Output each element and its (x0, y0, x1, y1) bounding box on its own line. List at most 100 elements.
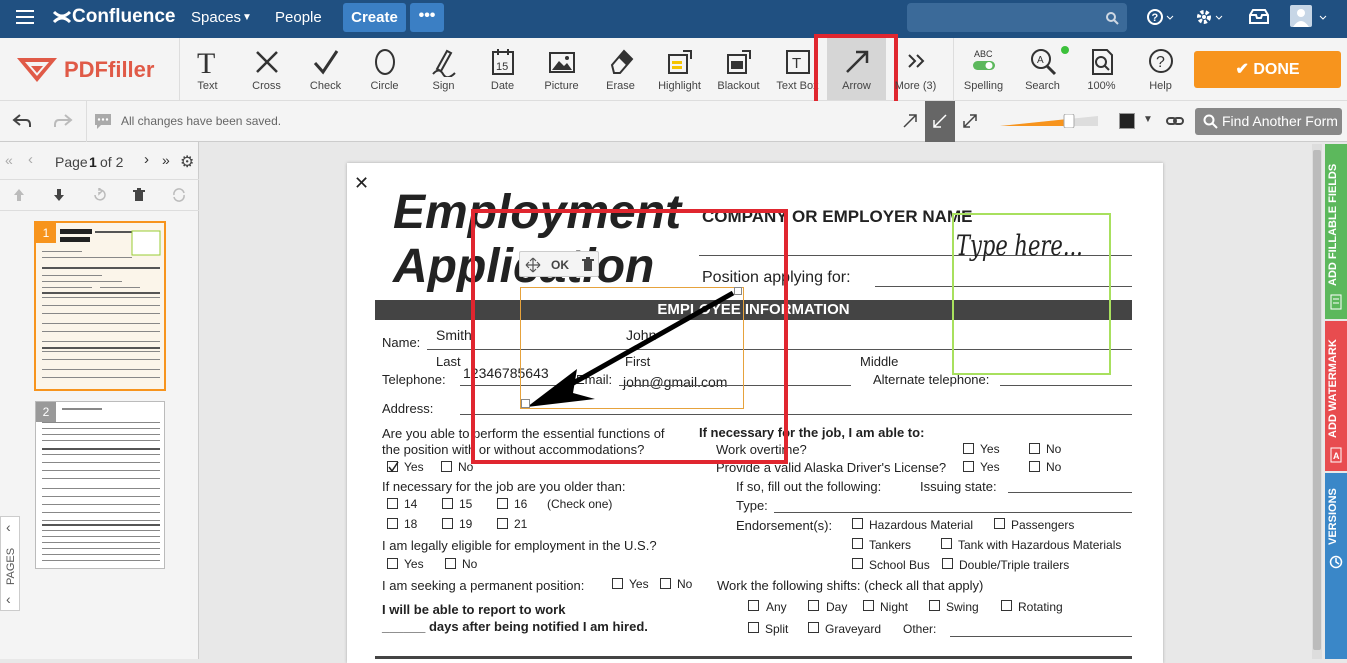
checkbox-school-bus[interactable] (852, 558, 863, 569)
checkbox-18[interactable] (387, 518, 398, 529)
no-label: No (677, 577, 693, 591)
tankers-label: Tankers (869, 538, 912, 552)
checkbox-accommodations-no[interactable] (441, 461, 452, 472)
checkbox-rotating[interactable] (1001, 600, 1012, 611)
checkbox-16[interactable] (497, 498, 508, 509)
versions-tab[interactable]: VERSIONS (1325, 473, 1347, 659)
checkbox-accommodations-yes[interactable] (387, 461, 399, 473)
search-tool[interactable]: A Search (1013, 38, 1072, 100)
circle-tool[interactable]: Circle (355, 38, 414, 100)
checkbox-legal-yes[interactable] (387, 558, 398, 569)
passengers-label: Passengers (1011, 518, 1075, 532)
zoom-tool[interactable]: 100% (1072, 38, 1131, 100)
checkbox-license-yes[interactable] (963, 461, 974, 472)
checkbox-split[interactable] (748, 622, 759, 633)
yes-label: Yes (404, 557, 424, 571)
arrow-style-double-button[interactable] (955, 101, 985, 142)
checkbox-19[interactable] (442, 518, 453, 529)
more-button[interactable]: ••• (410, 3, 444, 32)
more-tools-button[interactable]: More (3) (886, 38, 945, 100)
scrollbar-thumb[interactable] (1313, 150, 1321, 650)
spaces-menu[interactable]: Spaces (191, 9, 241, 26)
refresh-icon[interactable] (172, 188, 186, 202)
checkbox-day[interactable] (808, 600, 819, 611)
scrollbar[interactable] (1312, 144, 1322, 659)
trash-icon[interactable] (132, 188, 146, 202)
checkbox-graveyard[interactable] (808, 622, 819, 633)
confluence-logo[interactable]: Confluence (72, 6, 175, 28)
last-page-icon[interactable]: » (162, 152, 170, 168)
date-tool[interactable]: 15 Date (473, 38, 532, 100)
notifications-icon[interactable] (1248, 9, 1270, 25)
prev-page-icon[interactable]: ‹ (28, 151, 33, 168)
gear-icon[interactable]: ⚙ (180, 152, 194, 172)
done-button[interactable]: ✔ DONE (1194, 51, 1341, 88)
last-name-field[interactable]: Smith (436, 327, 472, 343)
checkbox-swing[interactable] (929, 600, 940, 611)
check-tool[interactable]: Check (296, 38, 355, 100)
signature-box[interactable]: Type here... (952, 213, 1111, 375)
page-total: of 2 (100, 154, 124, 170)
arrow-style-left-button[interactable] (925, 101, 955, 142)
page-thumbnail-1[interactable]: 1 (34, 221, 166, 391)
settings-icon[interactable] (1195, 8, 1227, 28)
spelling-abc-label: ABC (974, 49, 993, 59)
link-icon[interactable] (1166, 114, 1184, 128)
create-button[interactable]: Create (343, 3, 406, 32)
thickness-slider[interactable] (1000, 114, 1100, 128)
comment-icon (95, 114, 111, 129)
arrow-style-right-button[interactable] (895, 101, 925, 142)
text-tool[interactable]: T Text (178, 38, 237, 100)
pages-collapse-handle[interactable]: ‹ PAGES ‹ (0, 516, 20, 611)
search-input[interactable] (907, 3, 1127, 32)
checkbox-passengers[interactable] (994, 518, 1005, 529)
checkbox-hazmat[interactable] (852, 518, 863, 529)
add-fillable-fields-tab[interactable]: ADD FILLABLE FIELDS (1325, 144, 1347, 319)
tool-label: Circle (370, 80, 399, 92)
highlight-tool[interactable]: Highlight (650, 38, 709, 100)
rotate-icon[interactable] (92, 188, 106, 202)
checkbox-tank-hazmat[interactable] (941, 538, 952, 549)
chevron-left-icon: ‹ (6, 519, 11, 535)
sign-tool[interactable]: Sign (414, 38, 473, 100)
color-picker[interactable]: ▼ (1113, 109, 1159, 133)
next-page-icon[interactable]: › (144, 151, 149, 168)
current-page[interactable]: 1 (89, 154, 97, 170)
picture-tool[interactable]: Picture (532, 38, 591, 100)
checkbox-21[interactable] (497, 518, 508, 529)
blackout-tool[interactable]: Blackout (709, 38, 768, 100)
checkbox-permanent-yes[interactable] (612, 578, 623, 589)
cross-tool[interactable]: Cross (237, 38, 296, 100)
checkbox-permanent-no[interactable] (660, 578, 671, 589)
checkbox-double-triple[interactable] (942, 558, 953, 569)
add-watermark-tab[interactable]: ADD WATERMARK A (1325, 321, 1347, 471)
menu-icon[interactable] (16, 10, 34, 24)
find-another-form-label: Find Another Form (1222, 113, 1338, 129)
help-tool[interactable]: ? Help (1131, 38, 1190, 100)
checkbox-night[interactable] (863, 600, 874, 611)
checkbox-15[interactable] (442, 498, 453, 509)
checkbox-license-no[interactable] (1029, 461, 1040, 472)
redo-icon[interactable] (53, 113, 73, 129)
checkbox-overtime-no[interactable] (1029, 443, 1040, 454)
zoom-page-icon (1092, 49, 1113, 75)
checkbox-14[interactable] (387, 498, 398, 509)
spelling-tool[interactable]: ABC Spelling (954, 38, 1013, 100)
checkbox-overtime-yes[interactable] (963, 443, 974, 454)
close-icon[interactable]: ✕ (354, 173, 369, 194)
find-another-form-button[interactable]: Find Another Form (1195, 108, 1342, 135)
user-avatar-icon[interactable] (1290, 5, 1330, 31)
checkbox-tankers[interactable] (852, 538, 863, 549)
move-down-icon[interactable] (52, 188, 66, 202)
move-up-icon[interactable] (12, 188, 26, 202)
erase-tool[interactable]: Erase (591, 38, 650, 100)
first-page-icon[interactable]: « (5, 152, 13, 168)
help-icon[interactable]: ? (1146, 8, 1176, 28)
checkbox-any[interactable] (748, 600, 759, 611)
days-after-label: ______ days after being notified I am hi… (382, 619, 648, 634)
undo-icon[interactable] (12, 113, 32, 129)
checkbox-legal-no[interactable] (445, 558, 456, 569)
page-thumbnail-2[interactable]: 2 (35, 401, 165, 569)
people-link[interactable]: People (275, 9, 322, 26)
yes-label: Yes (629, 577, 649, 591)
